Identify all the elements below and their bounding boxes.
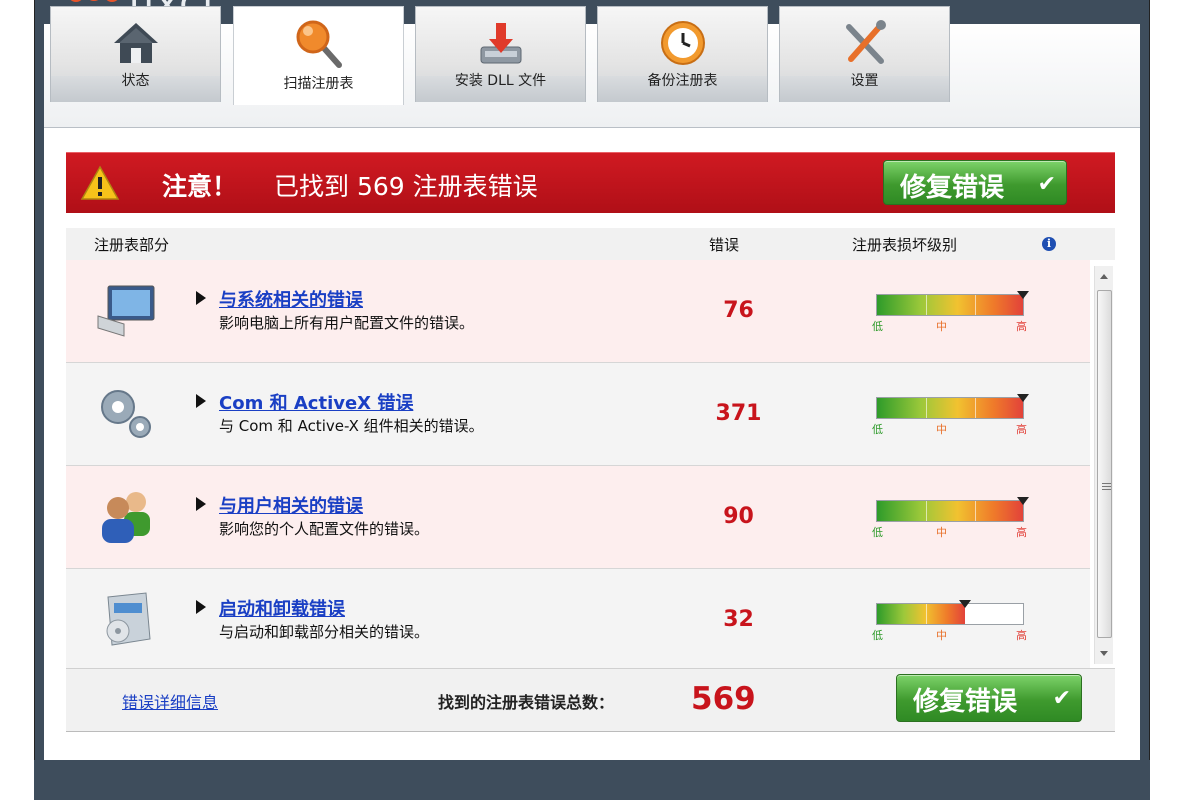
level-low: 低 [872,423,883,436]
gears-icon [101,390,151,438]
level-mid: 中 [936,526,947,539]
category-description: 影响电脑上所有用户配置文件的错误。 [219,314,475,332]
level-mid: 中 [936,423,947,436]
tab-label: 设置 [850,73,879,89]
error-count: 32 [723,607,754,632]
meter-fill [877,398,1023,418]
category-link[interactable]: 与用户相关的错误 [219,492,363,518]
list-item: 启动和卸载错误 与启动和卸载部分相关的错误。 32 低 中 高 [66,569,1090,672]
list-scrollbar[interactable] [1094,266,1113,664]
damage-meter [876,600,1024,625]
alert-title: 注意！ [162,172,238,201]
scroll-down-icon[interactable] [1100,651,1108,656]
error-count: 90 [723,504,754,529]
level-high: 高 [1016,629,1027,642]
window-bottom-bar [34,760,1150,800]
meter-fill [877,295,1023,315]
category-description: 与启动和卸载部分相关的错误。 [219,623,430,641]
table-header: 注册表部分 错误 注册表损坏级别 i [66,228,1115,260]
total-errors-label: 找到的注册表错误总数： [438,693,615,712]
tab-install-dll[interactable]: 安装 DLL 文件 [415,6,586,102]
expand-arrow-icon[interactable] [196,600,206,614]
expand-arrow-icon[interactable] [196,291,206,305]
level-mid: 中 [936,320,947,333]
tab-scan-registry[interactable]: 扫描注册表 [233,6,404,105]
level-mid: 中 [936,629,947,642]
level-low: 低 [872,526,883,539]
clock-icon [660,21,705,65]
monitor-icon [97,285,155,337]
install-tray-icon [480,23,521,64]
tab-backup-registry[interactable]: 备份注册表 [597,6,768,102]
list-item: Com 和 ActiveX 错误 与 Com 和 Active-X 组件相关的错… [66,363,1090,466]
meter-fill [877,604,965,624]
level-high: 高 [1016,423,1027,436]
tab-label: 状态 [121,73,150,89]
error-category-list: 与系统相关的错误 影响电脑上所有用户配置文件的错误。 76 低 中 高 Com … [66,260,1115,672]
category-link[interactable]: Com 和 ActiveX 错误 [219,389,413,415]
category-link[interactable]: 与系统相关的错误 [219,286,363,312]
level-low: 低 [872,320,883,333]
error-details-link[interactable]: 错误详细信息 [122,689,218,713]
installer-box-icon [106,592,151,646]
fix-errors-button-bottom[interactable]: 修复错误 ✔ [896,674,1082,722]
tab-label: 安装 DLL 文件 [454,73,547,89]
header-damage-level: 注册表损坏级别 [852,236,958,254]
damage-meter [876,291,1029,316]
meter-marker-icon [1017,291,1029,299]
level-high: 高 [1016,320,1027,333]
meter-fill [877,501,1023,521]
home-icon [113,23,158,63]
scroll-up-icon[interactable] [1100,274,1108,279]
category-description: 与 Com 和 Active-X 组件相关的错误。 [219,417,484,435]
meter-marker-icon [1017,497,1029,505]
tools-icon [845,20,886,64]
category-description: 影响您的个人配置文件的错误。 [219,520,430,538]
tab-label: 扫描注册表 [283,76,354,92]
damage-meter [876,497,1029,522]
tab-label: 备份注册表 [647,73,718,89]
error-count: 76 [723,298,754,323]
damage-meter [876,394,1029,419]
users-icon [102,492,150,543]
list-item: 与系统相关的错误 影响电脑上所有用户配置文件的错误。 76 低 中 高 [66,260,1090,363]
category-link[interactable]: 启动和卸载错误 [219,595,345,621]
scroll-thumb[interactable] [1097,290,1112,638]
magnifier-icon [296,20,342,68]
header-section: 注册表部分 [94,236,170,254]
meter-marker-icon [958,600,971,608]
fix-button-label: 修复错误 [913,687,1018,717]
expand-arrow-icon[interactable] [196,394,206,408]
level-low: 低 [872,629,883,642]
tab-status[interactable]: 状态 [50,6,221,102]
grip-icon [1102,483,1111,490]
list-item: 与用户相关的错误 影响您的个人配置文件的错误。 90 低 中 高 [66,466,1090,569]
header-errors: 错误 [709,236,740,254]
fix-button-label: 修复错误 [900,173,1005,203]
expand-arrow-icon[interactable] [196,497,206,511]
tab-settings[interactable]: 设置 [779,6,950,102]
checkmark-icon: ✔ [1052,686,1071,711]
total-errors-value: 569 [691,681,756,717]
meter-marker-icon [1017,394,1029,402]
error-count: 371 [715,401,762,426]
level-high: 高 [1016,526,1027,539]
checkmark-icon: ✔ [1037,172,1056,197]
alert-message: 已找到 569 注册表错误 [274,172,538,201]
warning-icon [80,165,120,200]
app-window: fixcl 状态 扫描注册表 安装 DLL 文件 [0,0,1200,800]
info-icon[interactable]: i [1042,237,1056,251]
fix-errors-button-top[interactable]: 修复错误 ✔ [883,160,1067,205]
